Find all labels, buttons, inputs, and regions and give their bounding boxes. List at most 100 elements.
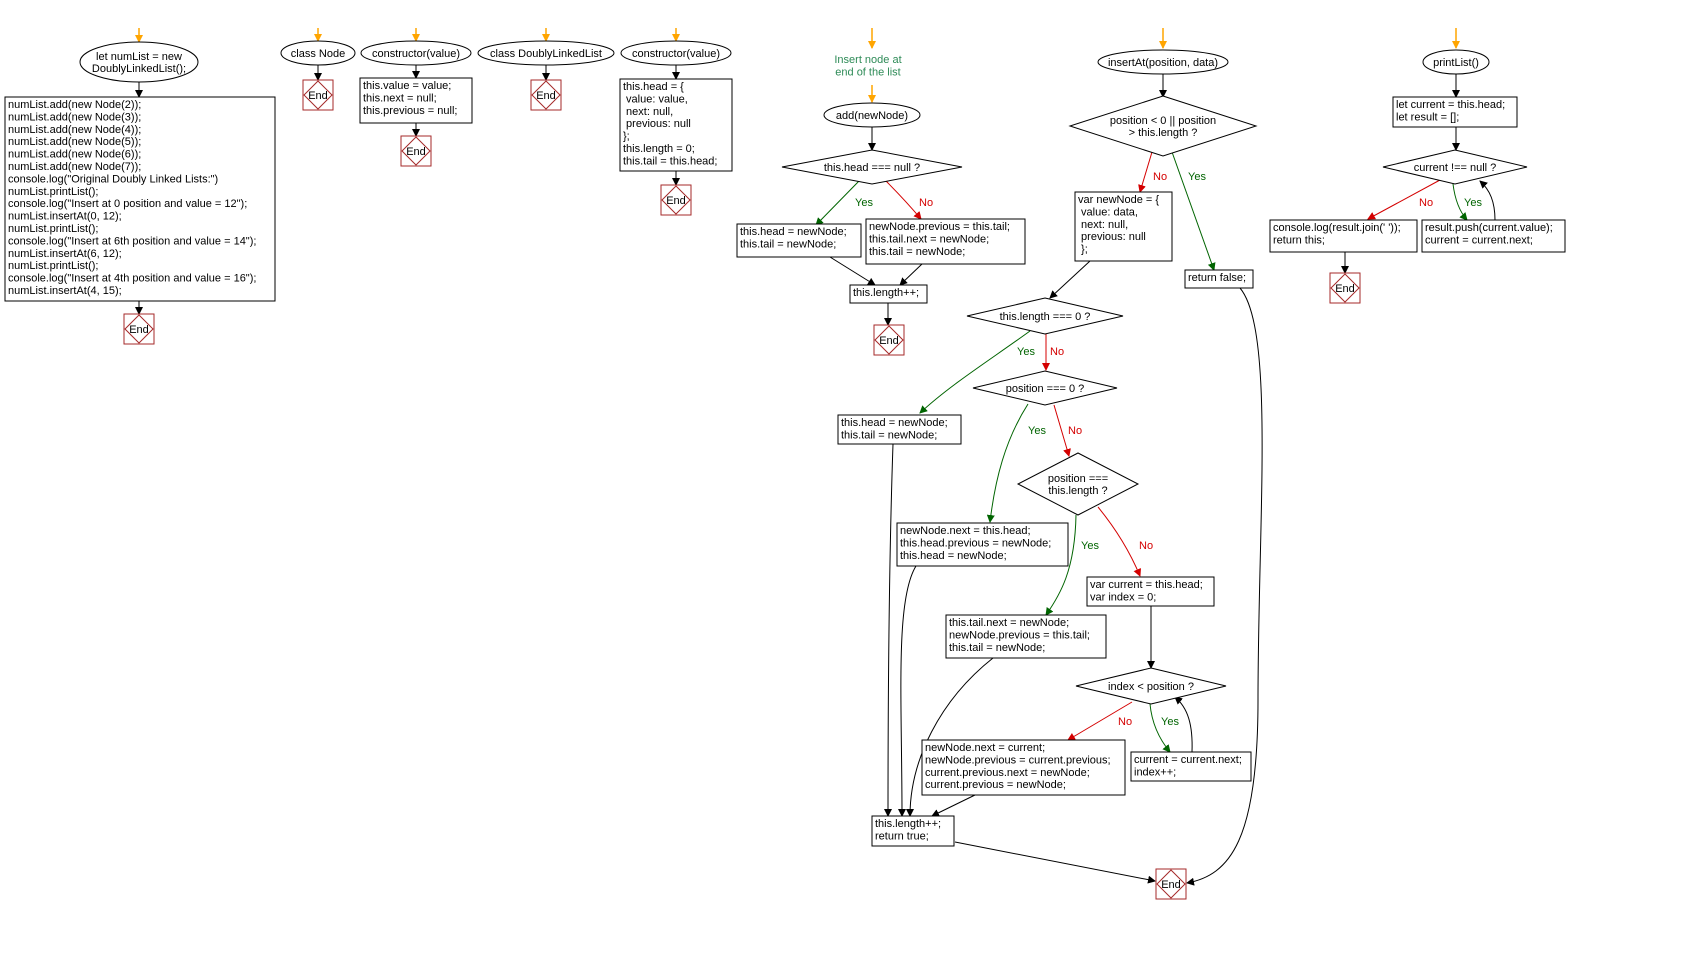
text-line: result.push(current.value); [1425, 222, 1553, 234]
decision-add-cond: this.head === null ? [781, 149, 963, 185]
edge-label-no: No [1050, 346, 1064, 358]
text-line: newNode.previous = this.tail; [869, 221, 1010, 233]
text-line: current !== null ? [1414, 162, 1497, 174]
text-line: console.log(result.join(' ')); [1273, 222, 1401, 234]
text-line: this.tail.next = newNode; [869, 233, 989, 245]
decision-ins-cond-pos0: position === 0 ? [972, 370, 1118, 406]
process-box-main-body: numList.add(new Node(2)); numList.add(new… [4, 96, 276, 302]
text-line: this.length = 0; [623, 143, 695, 155]
end-node: End [1155, 868, 1187, 900]
end-label: End [536, 90, 556, 102]
decision-text: this.head === null ? [824, 162, 920, 174]
edge-label-no: No [1068, 425, 1082, 437]
process-box-add-no: newNode.previous = this.tail; this.tail.n… [865, 218, 1026, 265]
edge-arrow-green [1171, 151, 1216, 271]
edge-arrow-black [954, 841, 1156, 884]
edge-arrow-black [899, 263, 923, 286]
text-line: this.tail = newNode; [841, 429, 937, 441]
text-line: }; [623, 131, 630, 143]
terminal-text: insertAt(position, data) [1108, 57, 1218, 69]
text-line: this.value = value; [363, 80, 451, 92]
text-line: newNode.next = this.head; [900, 525, 1031, 537]
text-line: this.length++; [853, 287, 919, 299]
text-line: numList.add(new Node(4)); [8, 124, 141, 136]
terminal-text: class Node [291, 48, 345, 60]
text-line: numList.add(new Node(6)); [8, 149, 141, 161]
flowchart-diagram: let numList = new DoublyLinkedList(); numL… [4, 28, 1566, 900]
text-line: constructor(value) [372, 48, 460, 60]
edge-arrow-black [1479, 180, 1496, 221]
end-label: End [129, 324, 149, 336]
text-line: this.head === null ? [824, 162, 920, 174]
text-line: add(newNode) [836, 110, 908, 122]
text-line: this.length++; [875, 818, 941, 830]
text-line: index++; [1134, 766, 1176, 778]
process-box-ins-empty-yes: this.head = newNode; this.tail = newNode; [837, 414, 962, 445]
text-line: this.tail = newNode; [740, 238, 836, 250]
terminal-text: add(newNode) [836, 110, 908, 122]
decision-ins-cond-index: index < position ? [1075, 667, 1227, 705]
edge-arrow-black [931, 794, 976, 817]
edge-label-yes: Yes [855, 197, 873, 209]
process-box-ins-link: newNode.next = current; newNode.previous … [921, 739, 1126, 796]
text-line: numList.insertAt(0, 12); [8, 211, 122, 223]
text-line: numList.add(new Node(3)); [8, 111, 141, 123]
edges [135, 28, 1496, 886]
end-label: End [308, 90, 328, 102]
text-line: let current = this.head; [1396, 99, 1505, 111]
edge-label-yes: Yes [1464, 197, 1482, 209]
process-box-ins-return-false: return false; [1184, 269, 1254, 289]
text-line: let numList = new [96, 51, 182, 63]
text-line: numList.add(new Node(2)); [8, 99, 141, 111]
end-node: End [123, 313, 155, 345]
text-line: position === 0 ? [1006, 383, 1085, 395]
text-line: current = current.next; [1134, 754, 1242, 766]
text-line: numList.printList(); [8, 186, 98, 198]
decision-text: current !== null ? [1414, 162, 1497, 174]
text-line: this.next = null; [363, 92, 437, 104]
text-line: return false; [1188, 272, 1246, 284]
process-box-node-ctor-body: this.value = value; this.next = null; this… [359, 77, 473, 124]
text-line: position < 0 || position [1110, 115, 1216, 127]
terminal-main-start: let numList = new DoublyLinkedList(); [79, 41, 199, 83]
text-line: DoublyLinkedList(); [92, 63, 186, 75]
edge-label-no: No [1419, 197, 1433, 209]
process-box-print-push: result.push(current.value); current = cur… [1421, 219, 1566, 253]
terminal-print-start: printList() [1422, 49, 1490, 75]
text-line: previous: null [623, 118, 691, 130]
edge-arrow-green [815, 179, 861, 226]
process-box-text: this.head = newNode; this.tail = newNode; [740, 226, 847, 250]
text-line: this.previous = null; [363, 105, 457, 117]
text-line: this.head.previous = newNode; [900, 537, 1051, 549]
text-line: this.length ? [1048, 485, 1107, 497]
text-line: class DoublyLinkedList [490, 48, 602, 60]
decision-print-cond: current !== null ? [1382, 149, 1528, 185]
text-line: return true; [875, 830, 929, 842]
text-line: numList.insertAt(4, 15); [8, 285, 122, 297]
text-line: numList.insertAt(6, 12); [8, 248, 122, 260]
process-box-add-len: this.length++; [849, 284, 928, 304]
end-label: End [1335, 283, 1355, 295]
text-line: this.length === 0 ? [1000, 311, 1091, 323]
text-line: console.log("Original Doubly Linked List… [8, 173, 218, 185]
edge-arrow-black [884, 443, 894, 817]
text-line: return this; [1273, 234, 1325, 246]
terminal-text: constructor(value) [372, 48, 460, 60]
process-box-print-init: let current = this.head; let result = []; [1392, 96, 1518, 128]
process-box-ins-new-node: var newNode = { value: data, next: null,… [1074, 191, 1173, 262]
annotation-text: Insert node at end of the list [834, 54, 901, 78]
decision-ins-cond-poslen: position === this.length ? [1016, 452, 1140, 516]
text-line: newNode.next = current; [925, 742, 1045, 754]
process-box-print-out: console.log(result.join(' ')); return thi… [1269, 219, 1418, 253]
text-line: var index = 0; [1090, 591, 1156, 603]
text-line: newNode.previous = this.tail; [949, 629, 1090, 641]
annotation-line: end of the list [835, 66, 900, 78]
text-line: console.log("Insert at 0 position and va… [8, 198, 247, 210]
end-node: End [660, 184, 692, 216]
text-line: var current = this.head; [1090, 579, 1203, 591]
text-line: this.head = newNode; [900, 550, 1007, 562]
text-line: numList.add(new Node(5)); [8, 136, 141, 148]
text-line: console.log("Insert at 4th position and … [8, 273, 256, 285]
text-line: position === [1048, 473, 1108, 485]
text-line: insertAt(position, data) [1108, 57, 1218, 69]
